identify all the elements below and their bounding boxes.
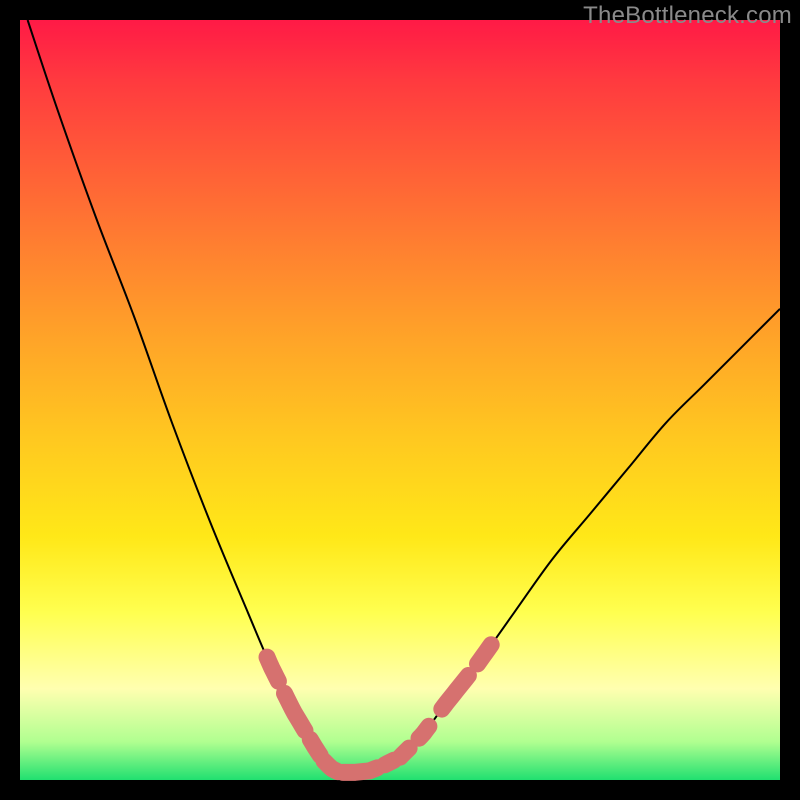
marker-group <box>267 645 491 773</box>
watermark-text: TheBottleneck.com <box>583 2 792 30</box>
curve-marker <box>400 748 409 757</box>
curve-marker <box>284 693 305 730</box>
chart-canvas: TheBottleneck.com <box>0 0 800 800</box>
curve-marker <box>478 645 492 664</box>
curve-marker <box>343 768 377 773</box>
curve-marker <box>267 657 278 681</box>
curve-marker <box>442 676 469 710</box>
plot-area <box>20 20 780 780</box>
curve-marker <box>419 726 429 738</box>
bottleneck-curve <box>28 20 780 773</box>
curve-svg <box>20 20 780 780</box>
curve-marker <box>310 739 320 755</box>
